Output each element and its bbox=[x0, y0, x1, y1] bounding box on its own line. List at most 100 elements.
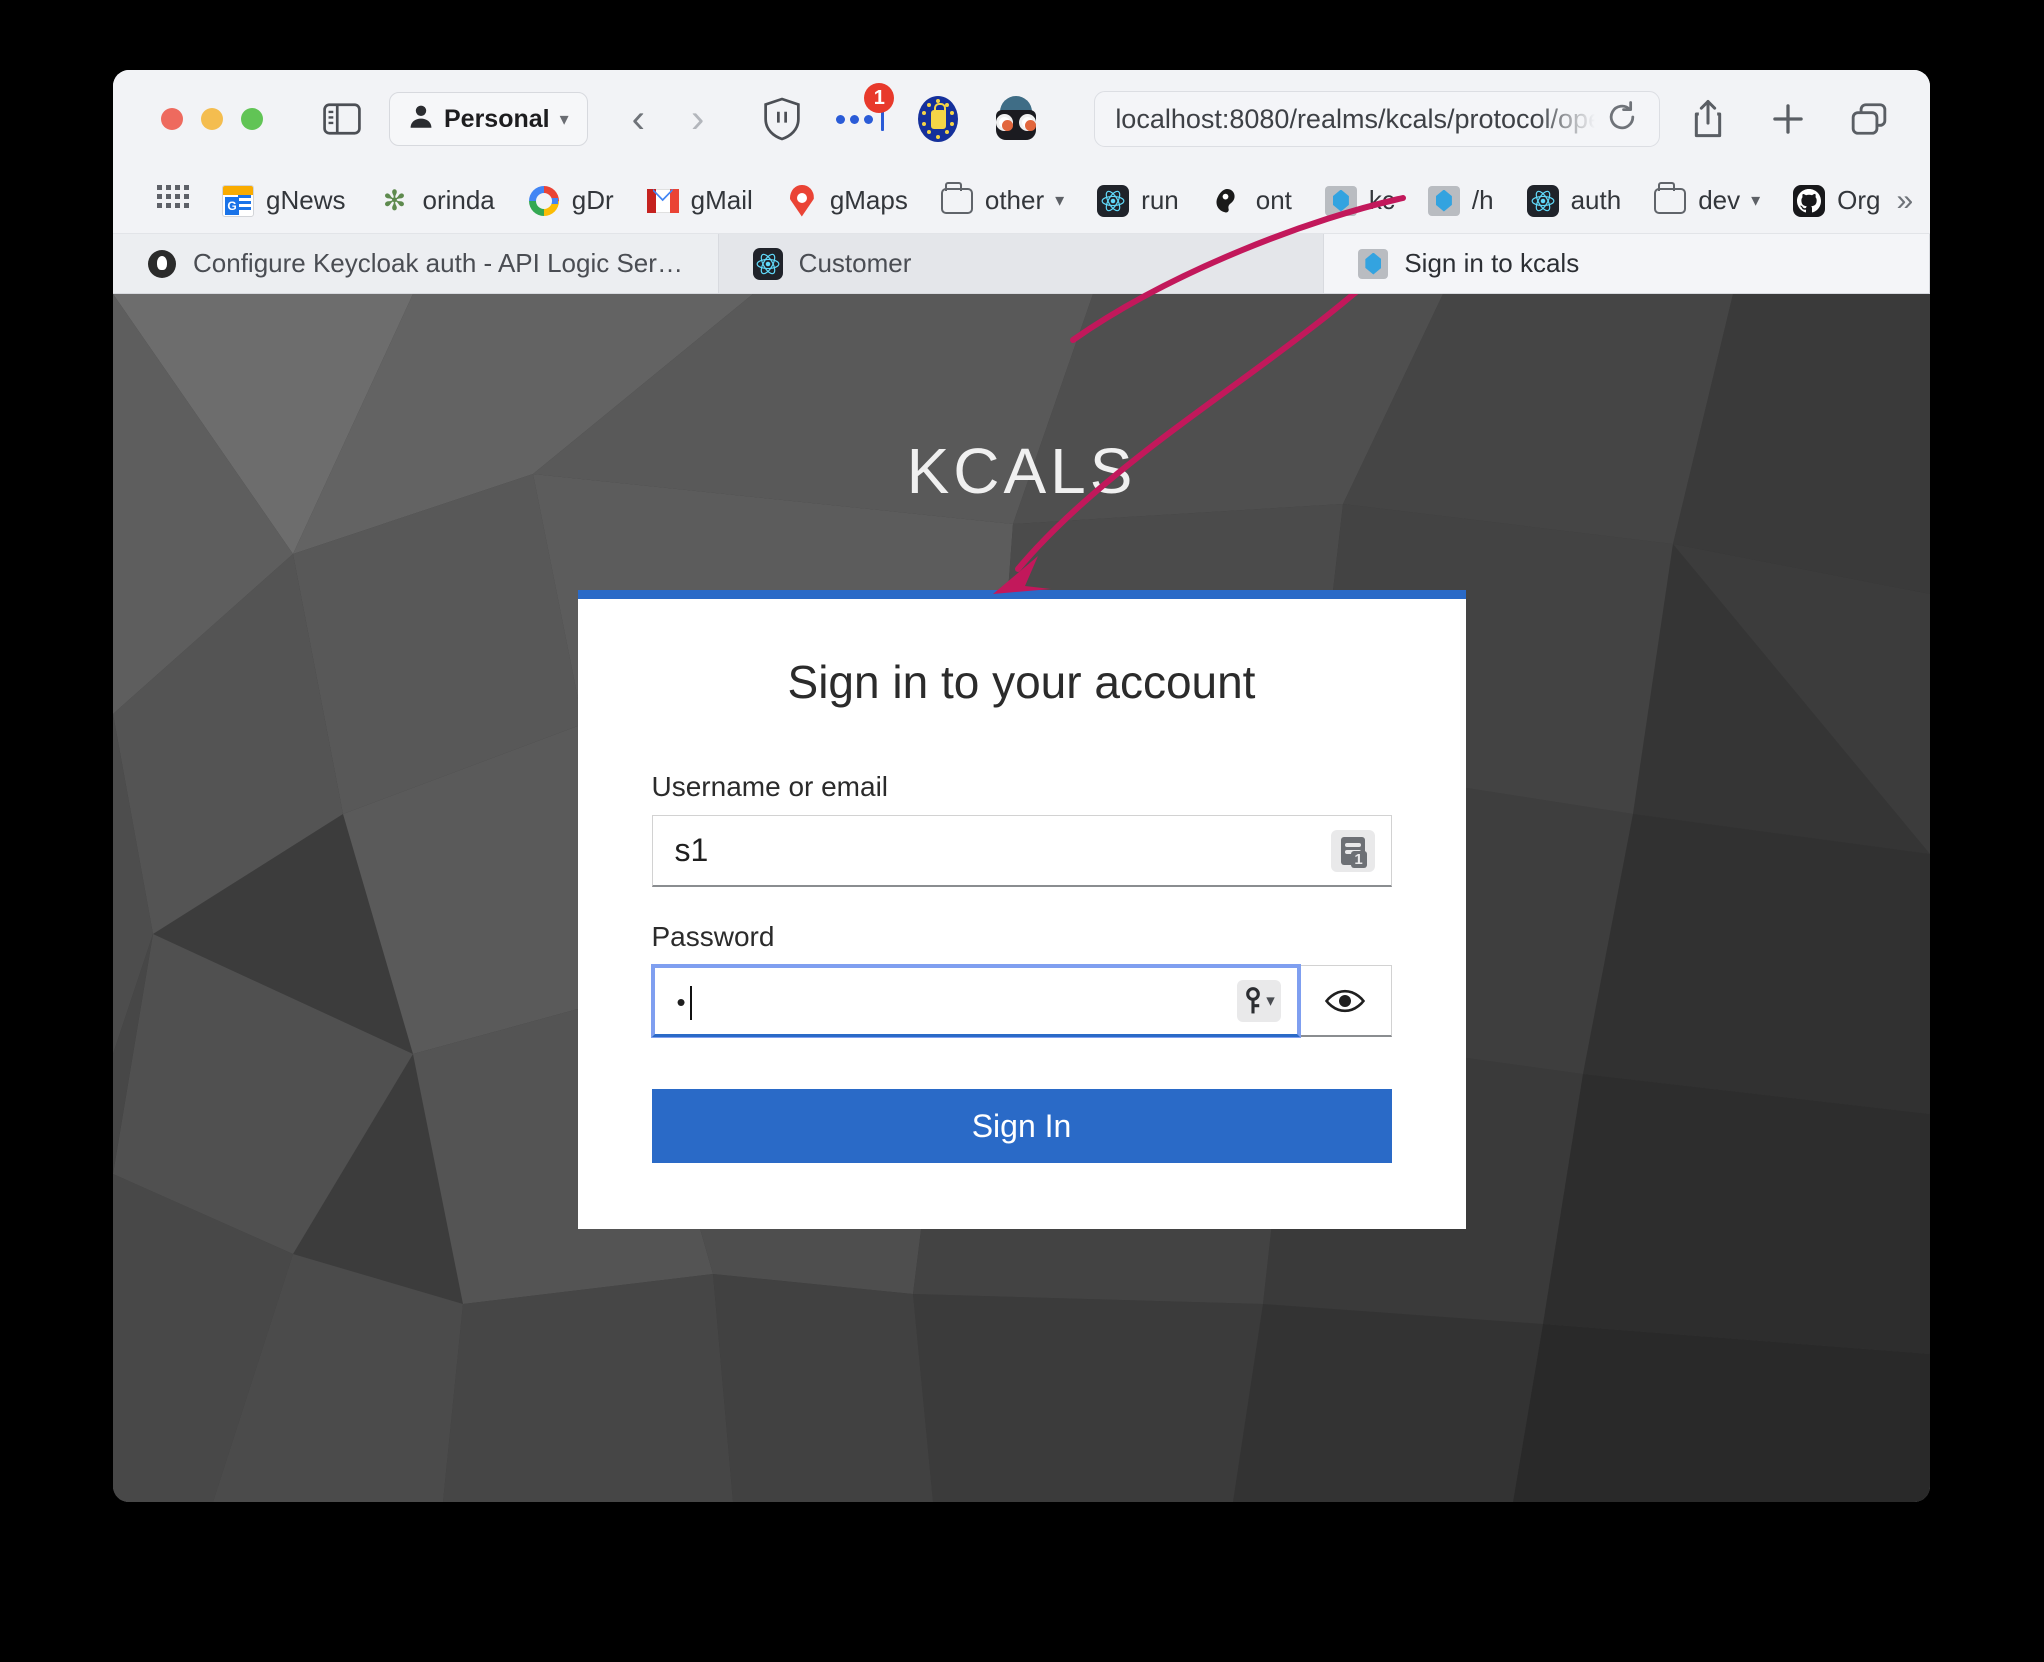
bookmark-gdr[interactable]: gDr bbox=[511, 184, 630, 218]
password-manager-card-icon[interactable]: 1 bbox=[1330, 829, 1375, 872]
autofill-badge: 1 bbox=[1350, 850, 1367, 868]
toggle-password-visibility-button[interactable] bbox=[1299, 965, 1392, 1037]
password-manager-key-icon[interactable]: ▾ bbox=[1236, 980, 1281, 1022]
bookmark-org[interactable]: Org bbox=[1776, 184, 1896, 218]
bookmark-label: dev bbox=[1698, 185, 1741, 215]
google-drive-icon bbox=[527, 184, 561, 218]
brand-kcals: KCALS bbox=[906, 435, 1137, 507]
bookmark-label: other bbox=[984, 185, 1045, 215]
extension-icons: 1 bbox=[760, 83, 1038, 142]
bookmark-label: kc bbox=[1368, 185, 1395, 215]
username-value: s1 bbox=[674, 832, 709, 868]
bookmark-h[interactable]: /h bbox=[1411, 184, 1510, 218]
tab-title: Customer bbox=[798, 248, 912, 278]
reload-icon[interactable] bbox=[1605, 100, 1639, 139]
address-bar[interactable]: localhost:8080/realms/kcals/protocol/ope bbox=[1094, 91, 1660, 147]
folder-icon bbox=[940, 181, 974, 218]
navigation-arrows: ‹ › bbox=[632, 99, 705, 139]
share-icon[interactable] bbox=[1690, 99, 1726, 139]
bookmarks-overflow-button[interactable]: » bbox=[1897, 184, 1920, 218]
chevron-down-icon: ▾ bbox=[1266, 991, 1275, 1010]
shield-pause-icon[interactable] bbox=[760, 97, 804, 141]
username-label: Username or email bbox=[651, 771, 889, 802]
bookmark-ont[interactable]: ont bbox=[1195, 184, 1308, 218]
maximize-window-button[interactable] bbox=[241, 108, 263, 130]
password-label: Password bbox=[651, 921, 775, 952]
tab-title: Sign in to kcals bbox=[1404, 248, 1580, 278]
bookmark-label: gMail bbox=[690, 185, 753, 215]
bookmark-label: orinda bbox=[422, 185, 495, 215]
three-dots-extension-icon[interactable]: 1 bbox=[836, 83, 895, 141]
sign-in-button[interactable]: Sign In bbox=[651, 1089, 1392, 1163]
bookmark-label: gDr bbox=[571, 185, 614, 215]
tab-bar: Configure Keycloak auth - API Logic Serv… bbox=[113, 234, 1930, 294]
screenshot-root: Personal ▾ ‹ › 1 localhost:8080/realms/k… bbox=[0, 0, 2044, 1662]
text-caret bbox=[689, 985, 692, 1020]
chevron-down-icon: ▾ bbox=[1055, 190, 1065, 210]
browser-toolbar: Personal ▾ ‹ › 1 localhost:8080/realms/k… bbox=[113, 70, 1930, 168]
chevron-down-icon: ▾ bbox=[1751, 190, 1761, 210]
keycloak-icon bbox=[1358, 248, 1389, 279]
bookmark-label: run bbox=[1141, 185, 1179, 215]
ghost-face-glyph bbox=[994, 96, 1038, 142]
google-maps-icon bbox=[785, 184, 819, 218]
bookmark-orinda[interactable]: ✻ orinda bbox=[361, 184, 510, 218]
profile-switcher-button[interactable]: Personal ▾ bbox=[389, 92, 588, 146]
tab-customer[interactable]: Customer bbox=[718, 234, 1325, 293]
eu-cookie-extension-icon[interactable] bbox=[916, 96, 960, 142]
tab-sign-in-to-kcals[interactable]: Sign in to kcals bbox=[1324, 234, 1930, 293]
keycloak-login-page: KCALS Sign in to your account Username o… bbox=[113, 294, 1930, 1502]
new-tab-icon[interactable] bbox=[1770, 101, 1806, 137]
card-title: Sign in to your account bbox=[787, 656, 1256, 708]
ont-icon bbox=[1211, 184, 1245, 218]
bookmark-label: auth bbox=[1570, 185, 1622, 215]
tab-title: Configure Keycloak auth - API Logic Serv… bbox=[193, 248, 684, 278]
bookmark-run[interactable]: run bbox=[1080, 184, 1195, 218]
bookmark-label: ont bbox=[1255, 185, 1292, 215]
close-window-button[interactable] bbox=[161, 108, 183, 130]
bookmark-gmail[interactable]: gMail bbox=[630, 184, 769, 218]
bookmark-label: gNews bbox=[266, 185, 346, 215]
window-controls bbox=[161, 108, 263, 130]
eu-lock-glyph bbox=[918, 96, 959, 142]
gmail-icon bbox=[646, 184, 680, 218]
chevron-down-icon: ▾ bbox=[559, 108, 569, 129]
username-field-group: Username or email s1 1 bbox=[651, 771, 1392, 887]
username-input[interactable]: s1 1 bbox=[651, 815, 1392, 887]
url-text: localhost:8080/realms/kcals/protocol/ope bbox=[1115, 103, 1595, 134]
keycloak-icon bbox=[1427, 184, 1461, 218]
tab-overview-icon[interactable] bbox=[1850, 101, 1888, 137]
orinda-icon: ✻ bbox=[382, 184, 407, 216]
person-icon bbox=[408, 103, 434, 136]
password-input[interactable]: • ▾ bbox=[651, 965, 1300, 1037]
github-icon bbox=[1792, 184, 1826, 218]
bookmark-gnews[interactable]: gNews bbox=[205, 184, 361, 218]
bookmark-label: /h bbox=[1471, 185, 1494, 215]
back-button[interactable]: ‹ bbox=[632, 99, 645, 139]
bookmark-gmaps[interactable]: gMaps bbox=[769, 184, 924, 218]
tab-configure-keycloak-auth[interactable]: Configure Keycloak auth - API Logic Serv… bbox=[113, 234, 719, 293]
bookmark-kc[interactable]: kc bbox=[1308, 184, 1411, 218]
alsk-icon bbox=[147, 249, 177, 279]
ghostery-face-extension-icon[interactable] bbox=[994, 96, 1038, 142]
bookmark-auth[interactable]: auth bbox=[1510, 184, 1638, 218]
bookmark-label: Org bbox=[1837, 185, 1881, 215]
forward-button[interactable]: › bbox=[691, 99, 704, 139]
username-input-row: s1 1 bbox=[651, 815, 1392, 887]
apps-grid-icon bbox=[157, 184, 189, 217]
apps-grid-button[interactable] bbox=[141, 184, 205, 217]
bookmark-folder-other[interactable]: other ▾ bbox=[924, 181, 1080, 218]
react-icon bbox=[1526, 184, 1560, 218]
toolbar-right-actions bbox=[1690, 99, 1906, 139]
folder-icon bbox=[1653, 181, 1687, 218]
eye-icon bbox=[1325, 989, 1365, 1012]
bookmark-folder-dev[interactable]: dev ▾ bbox=[1637, 181, 1776, 218]
password-input-row: • ▾ bbox=[651, 965, 1392, 1037]
minimize-window-button[interactable] bbox=[201, 108, 223, 130]
sidebar-toggle-icon[interactable] bbox=[323, 103, 361, 135]
google-news-icon bbox=[221, 184, 255, 218]
safari-window: Personal ▾ ‹ › 1 localhost:8080/realms/k… bbox=[113, 70, 1930, 1502]
react-icon bbox=[752, 247, 783, 280]
bookmark-label: gMaps bbox=[829, 185, 908, 215]
extension-badge-count: 1 bbox=[864, 83, 895, 113]
